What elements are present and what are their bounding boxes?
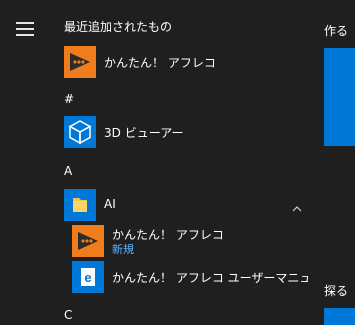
live-tile-explore[interactable] [324, 308, 355, 325]
section-header-recent[interactable]: 最近追加されたもの [64, 18, 172, 35]
app-label-kantan-recent: かんたん！ アフレコ [104, 56, 216, 70]
app-row-user-manual[interactable]: e かんたん！ アフレコ ユーザーマニュアル [48, 257, 335, 297]
left-rail [0, 0, 48, 325]
section-header-hash[interactable]: # [64, 92, 74, 106]
app-label-ai-folder: AI [104, 197, 116, 211]
afureco-logo-icon [72, 225, 104, 257]
svg-text:e: e [84, 270, 91, 285]
group-title-make[interactable]: 作る [324, 22, 348, 39]
app-list: 最近追加されたもの かんたん！ アフレコ # 3D ビューアー A AI かんた… [48, 0, 335, 325]
folder-icon [64, 189, 96, 221]
chevron-up-icon[interactable] [292, 199, 302, 212]
app-row-kantan-new[interactable]: かんたん！ アフレコ 新規 [48, 221, 308, 261]
app-row-ai-folder[interactable]: AI [48, 185, 308, 225]
live-tile-make[interactable] [324, 48, 355, 146]
cube-icon [64, 116, 96, 148]
section-header-a[interactable]: A [64, 164, 72, 178]
hamburger-menu-icon[interactable] [16, 22, 34, 36]
app-row-3d-viewer[interactable]: 3D ビューアー [48, 112, 308, 152]
document-e-icon: e [72, 261, 104, 293]
group-title-explore[interactable]: 探る [324, 282, 348, 299]
app-row-kantan-recent[interactable]: かんたん！ アフレコ [48, 42, 308, 82]
app-label-user-manual: かんたん！ アフレコ ユーザーマニュアル [112, 271, 336, 285]
new-badge: 新規 [112, 243, 134, 256]
afureco-logo-icon [64, 46, 96, 78]
app-label-3d-viewer: 3D ビューアー [104, 126, 184, 140]
tile-pane: 作る 探る [308, 0, 355, 325]
section-header-c[interactable]: C [64, 308, 72, 322]
